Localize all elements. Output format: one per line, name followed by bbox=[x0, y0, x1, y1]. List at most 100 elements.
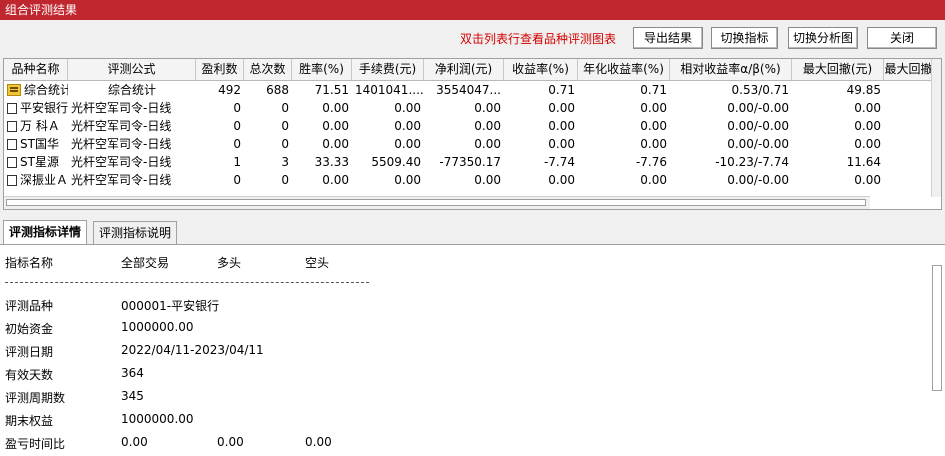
table-row[interactable]: ST国华 光杆空军司令-日线 0 0 0.00 0.00 0.00 0.00 0.00 0.00/… bbox=[4, 135, 934, 153]
column-header[interactable]: 评测公式 bbox=[68, 59, 196, 80]
detail-metric-value: 1000000.00 bbox=[121, 320, 194, 334]
table-cell: 综合统计 bbox=[4, 81, 68, 99]
table-cell: 0 bbox=[281, 137, 289, 151]
table-cell: 0.00 bbox=[474, 101, 501, 115]
table-cell: 49.85 bbox=[846, 83, 881, 97]
column-header[interactable]: 手续费(元) bbox=[352, 59, 424, 80]
table-cell: -77350.17 bbox=[439, 155, 501, 169]
table-cell: 0.00 bbox=[854, 119, 881, 133]
table-cell: 0.00 bbox=[548, 137, 575, 151]
row-checkbox[interactable] bbox=[7, 157, 17, 168]
table-row[interactable]: 平安银行 光杆空军司令-日线 0 0 0.00 0.00 0.00 0.00 0.00 0.00/… bbox=[4, 99, 934, 117]
table-cell bbox=[884, 117, 934, 135]
table-cell: 0.00/-0.00 bbox=[727, 173, 789, 187]
table-cell: 光杆空军司令-日线 bbox=[71, 101, 172, 115]
table-cell: 0.00/-0.00 bbox=[727, 101, 789, 115]
summary-icon bbox=[7, 84, 21, 96]
table-cell: 深振业Ａ bbox=[4, 171, 68, 189]
switch-indicator-button[interactable]: 切换指标 bbox=[711, 27, 778, 49]
column-header[interactable]: 最大回撤 bbox=[884, 59, 934, 80]
detail-metric-value: 0.00 bbox=[305, 435, 332, 449]
detail-metric-value: 364 bbox=[121, 366, 144, 380]
table-cell: 0 bbox=[281, 101, 289, 115]
column-header[interactable]: 品种名称 bbox=[4, 59, 68, 80]
table-cell bbox=[884, 81, 934, 99]
tab-indicator-description[interactable]: 评测指标说明 bbox=[93, 221, 178, 244]
detail-header-short: 空头 bbox=[305, 256, 330, 270]
table-cell: 综合统计 bbox=[107, 83, 156, 97]
table-cell bbox=[884, 135, 934, 153]
close-button[interactable]: 关闭 bbox=[867, 27, 937, 49]
table-cell: 光杆空军司令-日线 bbox=[71, 137, 172, 151]
table-cell bbox=[884, 153, 934, 171]
table-cell: -7.74 bbox=[543, 155, 575, 169]
row-checkbox[interactable] bbox=[7, 121, 17, 132]
table-row[interactable]: 万 科Ａ 光杆空军司令-日线 0 0 0.00 0.00 0.00 0.00 0.00 0.00/… bbox=[4, 117, 934, 135]
table-cell: 0.00 bbox=[854, 137, 881, 151]
detail-metric-value: 0.00 bbox=[217, 435, 244, 449]
row-checkbox[interactable] bbox=[7, 103, 17, 114]
indicator-detail-panel: 指标名称 全部交易 多头 空头 评测品种 000001-平安银行 初始资金 10000… bbox=[0, 245, 945, 456]
table-cell: ST星源 bbox=[4, 153, 68, 171]
table-cell: 0.00 bbox=[548, 119, 575, 133]
table-cell: -7.76 bbox=[635, 155, 667, 169]
table-cell: 0 bbox=[281, 119, 289, 133]
window-title-bar: 组合评测结果 bbox=[0, 0, 945, 20]
switch-analysis-chart-button[interactable]: 切换分析图 bbox=[788, 27, 858, 49]
column-header[interactable]: 相对收益率α/β(%) bbox=[670, 59, 792, 80]
detail-vertical-scrollbar[interactable] bbox=[932, 265, 942, 391]
table-cell: 0.00 bbox=[322, 101, 349, 115]
column-header[interactable]: 收益率(%) bbox=[504, 59, 578, 80]
table-cell: 0.00 bbox=[394, 101, 421, 115]
table-cell: 0 bbox=[281, 173, 289, 187]
stock-name: ST星源 bbox=[20, 155, 59, 169]
stock-name: 万 科Ａ bbox=[20, 119, 60, 133]
column-header[interactable]: 净利润(元) bbox=[424, 59, 504, 80]
column-header[interactable]: 胜率(%) bbox=[292, 59, 352, 80]
table-cell: 0.00 bbox=[474, 119, 501, 133]
horizontal-scroll-thumb[interactable] bbox=[6, 199, 866, 206]
column-header[interactable]: 盈利数 bbox=[196, 59, 244, 80]
column-header[interactable]: 最大回撤(元) bbox=[792, 59, 884, 80]
table-header: 品种名称 评测公式 盈利数 总次数 胜率(%) 手续费(元) 净利润(元) 收益率(%) 年化收… bbox=[4, 59, 934, 81]
table-cell: 71.51 bbox=[314, 83, 349, 97]
table-cell: 1 bbox=[233, 155, 241, 169]
stock-name: ST国华 bbox=[20, 137, 59, 151]
table-cell: -10.23/-7.74 bbox=[715, 155, 789, 169]
table-cell: 1401041.... bbox=[355, 83, 424, 97]
table-cell: 0.00 bbox=[640, 173, 667, 187]
table-cell: 0.00 bbox=[640, 101, 667, 115]
table-cell: 3554047... bbox=[436, 83, 501, 97]
detail-metric-name: 评测日期 bbox=[5, 345, 54, 359]
table-cell: 0 bbox=[233, 119, 241, 133]
detail-metric-value: 0.00 bbox=[121, 435, 148, 449]
row-checkbox[interactable] bbox=[7, 175, 17, 186]
table-cell: 0.00 bbox=[548, 173, 575, 187]
detail-metric-value: 2022/04/11-2023/04/11 bbox=[121, 343, 264, 357]
table-vertical-scrollbar[interactable] bbox=[931, 59, 941, 197]
table-cell bbox=[884, 99, 934, 117]
detail-metric-value: 000001-平安银行 bbox=[121, 299, 220, 313]
table-cell: 光杆空军司令-日线 bbox=[71, 155, 172, 169]
table-cell: ST国华 bbox=[4, 135, 68, 153]
table-row[interactable]: 深振业Ａ 光杆空军司令-日线 0 0 0.00 0.00 0.00 0.00 0.00 0.00/… bbox=[4, 171, 934, 189]
detail-metric-name: 有效天数 bbox=[5, 368, 54, 382]
column-header[interactable]: 总次数 bbox=[244, 59, 292, 80]
row-checkbox[interactable] bbox=[7, 139, 17, 150]
table-cell: 0.00 bbox=[322, 119, 349, 133]
detail-header-long: 多头 bbox=[217, 256, 242, 270]
table-cell: 光杆空军司令-日线 bbox=[71, 119, 172, 133]
table-row[interactable]: ST星源 光杆空军司令-日线 1 3 33.33 5509.40 -77350.17 -7.7… bbox=[4, 153, 934, 171]
table-cell: 0.00 bbox=[322, 173, 349, 187]
results-table[interactable]: 品种名称 评测公式 盈利数 总次数 胜率(%) 手续费(元) 净利润(元) 收益率(%) 年化收… bbox=[3, 58, 942, 210]
table-cell: 11.64 bbox=[846, 155, 881, 169]
table-cell: 0.00 bbox=[640, 137, 667, 151]
table-cell: 0.00 bbox=[640, 119, 667, 133]
table-cell: 0.00 bbox=[548, 101, 575, 115]
table-row[interactable]: 综合统计 综合统计 492 688 71.51 1401041.... 3554047...… bbox=[4, 81, 934, 99]
export-results-button[interactable]: 导出结果 bbox=[633, 27, 703, 49]
tab-indicator-details[interactable]: 评测指标详情 bbox=[3, 220, 88, 244]
column-header[interactable]: 年化收益率(%) bbox=[578, 59, 670, 80]
table-cell: 0.00/-0.00 bbox=[727, 137, 789, 151]
table-horizontal-scrollbar[interactable] bbox=[4, 196, 870, 209]
